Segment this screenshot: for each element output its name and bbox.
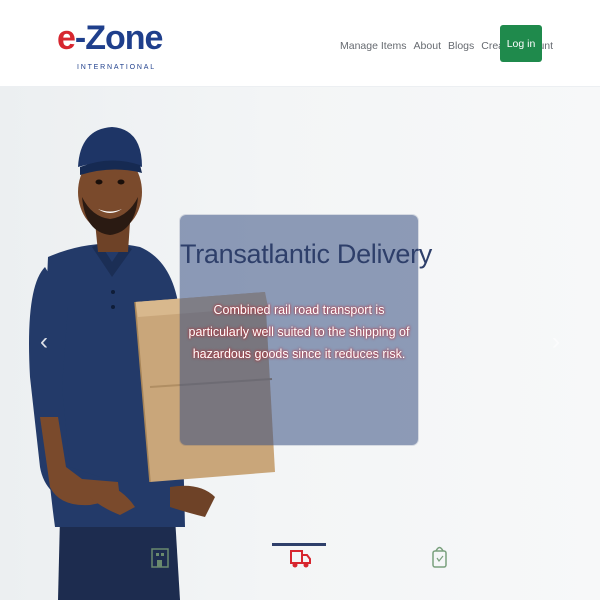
slide-text: Combined rail road transport is particul…	[188, 303, 410, 361]
indicator-truck[interactable]	[272, 531, 326, 581]
shopping-bag-icon	[432, 546, 447, 568]
nav-link-blogs[interactable]: Blogs	[448, 38, 474, 54]
logo[interactable]: e-Zone INTERNATIONAL	[57, 18, 163, 78]
carousel-next-button[interactable]: ›	[546, 327, 566, 357]
carousel-indicators	[0, 531, 600, 591]
slide-caption: Transatlantic Delivery Combined rail roa…	[180, 215, 432, 445]
nav-link-about[interactable]: About	[414, 38, 441, 54]
active-indicator-bar	[272, 543, 326, 546]
truck-icon	[290, 550, 311, 568]
nav-link-manage-items[interactable]: Manage Items	[340, 38, 407, 54]
logo-subtitle: INTERNATIONAL	[77, 64, 156, 71]
hero-carousel: ‹ › Transatlantic Delivery Combined rail…	[0, 87, 600, 600]
navbar: e-Zone INTERNATIONAL Manage Items About …	[0, 0, 600, 87]
carousel-prev-button[interactable]: ‹	[34, 327, 54, 357]
login-button[interactable]: Log in	[500, 25, 542, 62]
indicator-building[interactable]	[132, 531, 186, 581]
logo-e: e	[57, 19, 76, 57]
logo-zone: -Zone	[74, 19, 164, 57]
indicator-shopping-bag[interactable]	[412, 531, 466, 581]
building-icon	[151, 548, 169, 568]
slide-title: Transatlantic Delivery	[180, 239, 432, 269]
logo-wordmark: e-Zone	[57, 18, 164, 58]
